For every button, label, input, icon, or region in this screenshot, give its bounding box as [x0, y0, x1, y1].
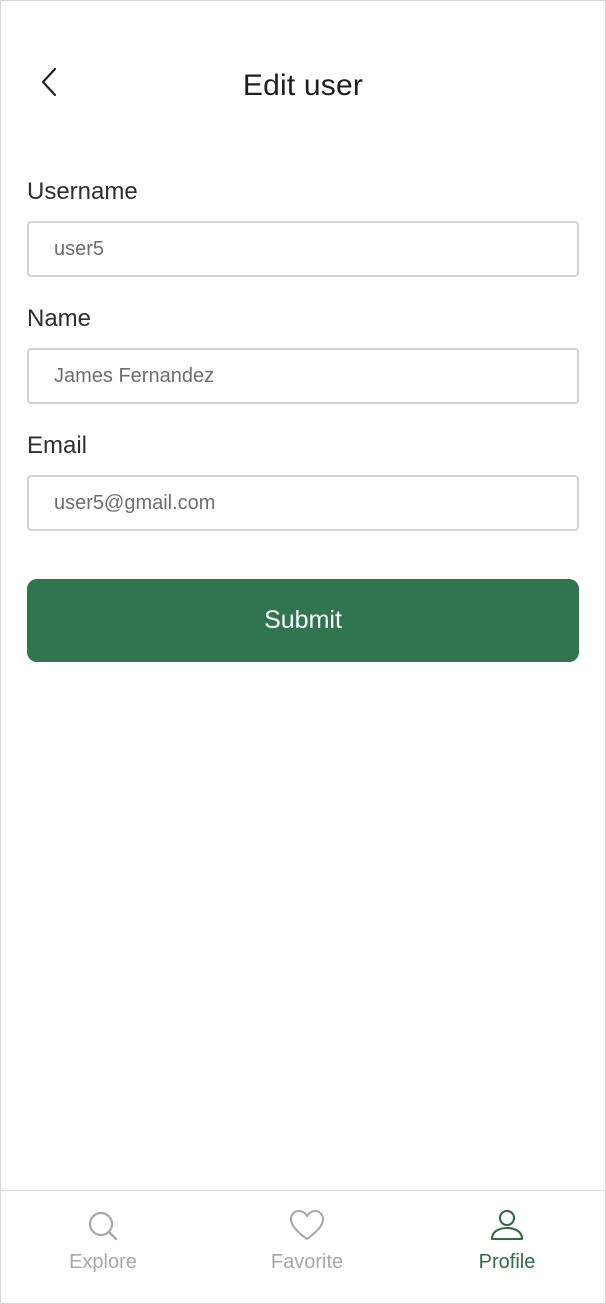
heart-icon — [288, 1207, 326, 1245]
email-label: Email — [27, 432, 88, 459]
tab-explore-label: Explore — [69, 1251, 137, 1273]
email-field-group: Email — [27, 430, 579, 531]
header: Edit user — [1, 51, 605, 123]
username-field-group: Username — [27, 176, 579, 277]
user-icon — [488, 1207, 526, 1245]
name-input[interactable] — [27, 348, 579, 404]
username-input[interactable] — [27, 221, 579, 277]
bottom-tab-bar: Explore Favorite Profile — [1, 1190, 605, 1303]
username-label: Username — [27, 178, 138, 205]
name-label: Name — [27, 305, 92, 332]
tab-favorite[interactable]: Favorite — [207, 1191, 407, 1303]
submit-button[interactable]: Submit — [27, 579, 579, 662]
name-field-group: Name — [27, 303, 579, 404]
tab-profile[interactable]: Profile — [407, 1191, 605, 1303]
search-icon — [84, 1207, 122, 1245]
tab-profile-label: Profile — [478, 1251, 536, 1273]
tab-favorite-label: Favorite — [270, 1251, 344, 1273]
edit-user-form: Username Name Email — [27, 176, 579, 557]
tab-explore[interactable]: Explore — [3, 1191, 203, 1303]
app-screen: Edit user Username Name Email Submit Exp… — [0, 0, 606, 1304]
page-title: Edit user — [242, 69, 364, 102]
email-input[interactable] — [27, 475, 579, 531]
